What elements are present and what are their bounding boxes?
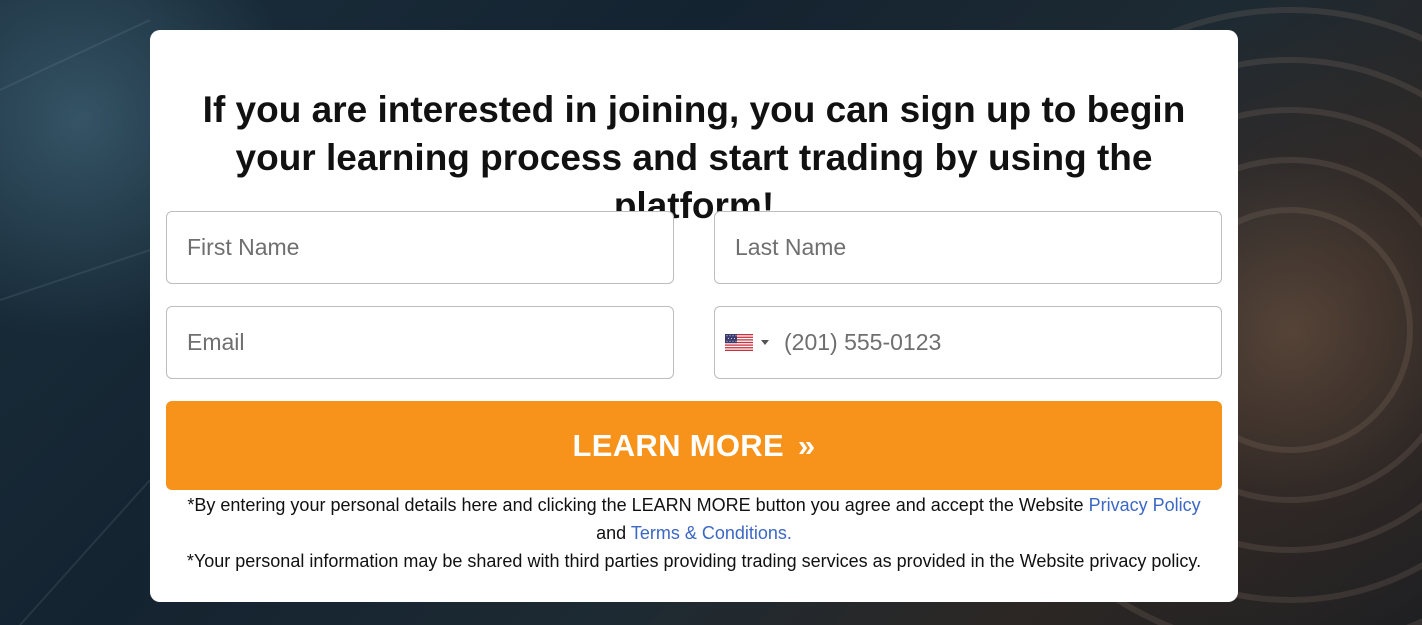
phone-input[interactable] xyxy=(715,307,1221,378)
last-name-input[interactable] xyxy=(715,212,1221,283)
first-name-input[interactable] xyxy=(167,212,673,283)
privacy-policy-link[interactable]: Privacy Policy xyxy=(1089,495,1201,515)
email-field[interactable] xyxy=(166,306,674,379)
learn-more-button[interactable]: LEARN MORE » xyxy=(166,401,1222,490)
last-name-field[interactable] xyxy=(714,211,1222,284)
first-name-field[interactable] xyxy=(166,211,674,284)
consent-text: *By entering your personal details here … xyxy=(187,495,1084,515)
signup-card: If you are interested in joining, you ca… xyxy=(150,30,1238,602)
data-sharing-disclaimer: *Your personal information may be shared… xyxy=(186,551,1202,571)
learn-more-label: LEARN MORE xyxy=(572,427,784,463)
us-flag-icon xyxy=(725,334,753,351)
email-input[interactable] xyxy=(167,307,673,378)
consent-and-text: and xyxy=(596,523,627,543)
terms-conditions-link[interactable]: Terms & Conditions. xyxy=(631,523,792,543)
consent-disclaimer: *By entering your personal details here … xyxy=(150,491,1238,547)
country-code-selector[interactable] xyxy=(725,307,777,378)
dropdown-caret-icon xyxy=(761,340,769,345)
phone-field[interactable] xyxy=(714,306,1222,379)
double-chevron-right-icon: » xyxy=(797,427,816,463)
signup-headline: If you are interested in joining, you ca… xyxy=(202,89,1186,226)
